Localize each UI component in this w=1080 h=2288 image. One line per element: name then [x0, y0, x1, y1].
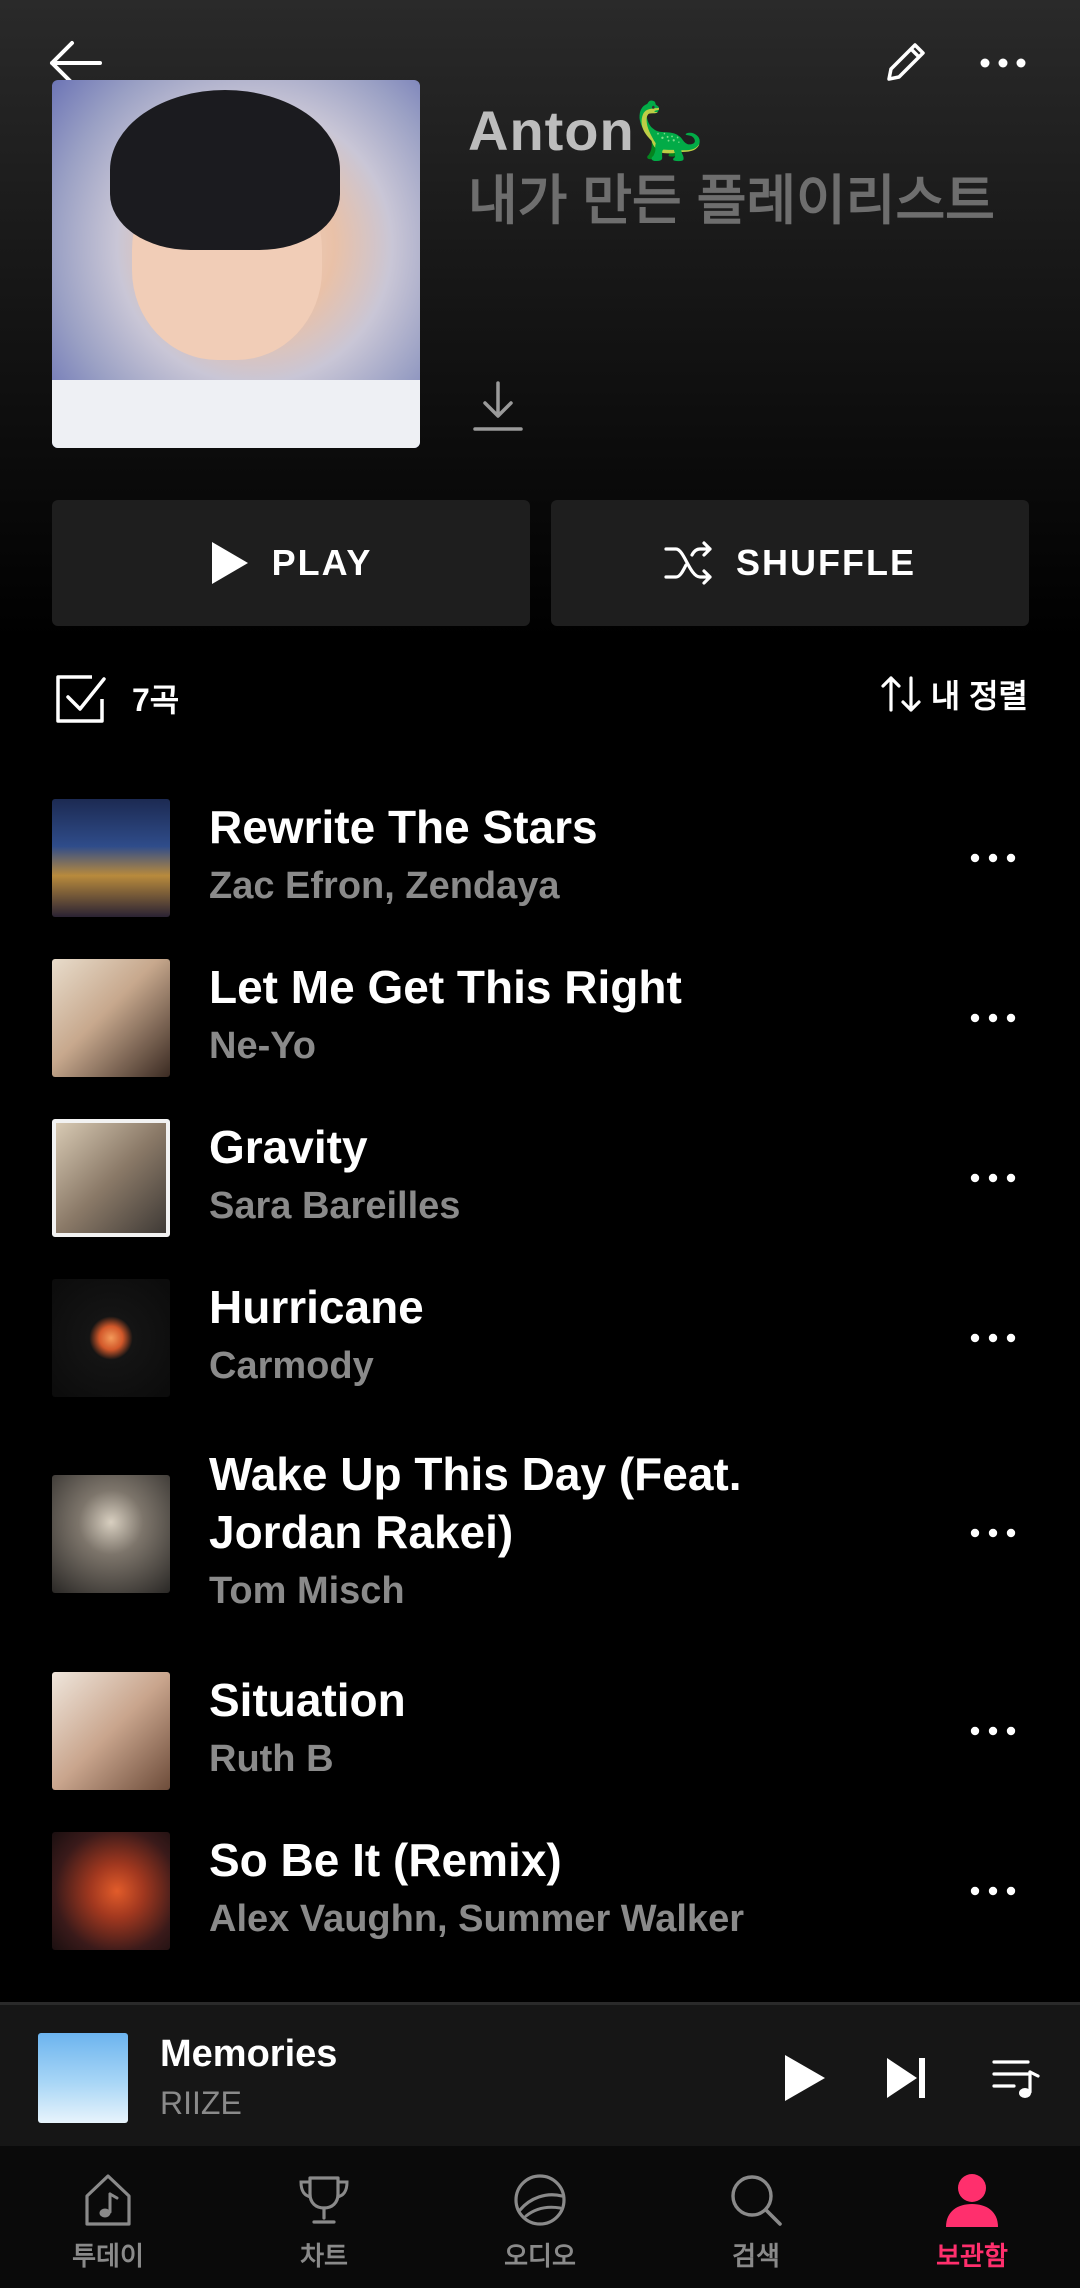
album-art: [52, 1672, 170, 1790]
play-icon: [211, 542, 248, 584]
track-artist: Tom Misch: [209, 1570, 405, 1612]
more-options-button[interactable]: [968, 28, 1038, 98]
play-label: PLAY: [271, 542, 373, 583]
track-row[interactable]: Situation Ruth B: [52, 1671, 1028, 1791]
playlist-cover-image: [52, 80, 420, 448]
track-artist: Carmody: [209, 1345, 374, 1387]
nav-item-today[interactable]: 투데이: [0, 2146, 216, 2288]
nav-label: 오디오: [504, 2241, 576, 2271]
album-art: [52, 959, 170, 1077]
track-artist: Alex Vaughn, Summer Walker: [209, 1898, 744, 1940]
album-art: [52, 1119, 170, 1237]
more-dots-icon: [970, 1173, 1016, 1183]
nav-item-search[interactable]: 검색: [648, 2146, 864, 2288]
album-art: [52, 1475, 170, 1593]
now-playing-title: Memories: [160, 2033, 338, 2075]
track-more-button[interactable]: [958, 1701, 1028, 1761]
album-art: [52, 1832, 170, 1950]
edit-button[interactable]: [870, 28, 940, 98]
bottom-navigation: 투데이 차트 오디오 검색 보관함: [0, 2146, 1080, 2288]
more-dots-icon: [980, 58, 1026, 68]
download-button[interactable]: [466, 374, 530, 438]
nav-item-chart[interactable]: 차트: [216, 2146, 432, 2288]
track-more-button[interactable]: [958, 828, 1028, 888]
play-button[interactable]: PLAY: [52, 500, 530, 626]
track-title: Let Me Get This Right: [209, 961, 682, 1013]
next-track-button[interactable]: [872, 2043, 942, 2113]
nav-label: 투데이: [72, 2241, 144, 2271]
now-playing-artist: RIIZE: [160, 2085, 242, 2121]
album-art: [52, 1279, 170, 1397]
track-row[interactable]: So Be It (Remix) Alex Vaughn, Summer Wal…: [52, 1831, 1028, 1951]
audio-icon: [514, 2174, 566, 2226]
track-row[interactable]: Gravity Sara Bareilles: [52, 1118, 1028, 1238]
select-all-checkbox[interactable]: [52, 671, 108, 727]
pencil-icon: [887, 43, 925, 81]
track-row[interactable]: Let Me Get This Right Ne-Yo: [52, 958, 1028, 1078]
nav-label: 차트: [300, 2241, 348, 2271]
music-note-icon: [85, 2174, 131, 2226]
track-artist: Ne-Yo: [209, 1025, 316, 1067]
track-title: So Be It (Remix): [209, 1834, 562, 1886]
track-more-button[interactable]: [958, 1148, 1028, 1208]
track-more-button[interactable]: [958, 1503, 1028, 1563]
track-row[interactable]: Wake Up This Day (Feat. Jordan Rakei) To…: [52, 1445, 1028, 1620]
shuffle-label: SHUFFLE: [736, 542, 916, 583]
more-dots-icon: [970, 1726, 1016, 1736]
track-artist: Zac Efron, Zendaya: [209, 865, 560, 907]
search-icon: [731, 2175, 782, 2226]
checkbox-icon: [56, 675, 106, 723]
queue-list-icon: [992, 2060, 1040, 2098]
mini-play-button[interactable]: [770, 2043, 840, 2113]
track-more-button[interactable]: [958, 1308, 1028, 1368]
track-title: Gravity: [209, 1121, 368, 1173]
track-title: Rewrite The Stars: [209, 801, 598, 853]
track-count: 7곡: [132, 682, 180, 718]
track-title: Situation: [209, 1674, 406, 1726]
more-dots-icon: [970, 1013, 1016, 1023]
album-art: [52, 799, 170, 917]
more-dots-icon: [970, 1333, 1016, 1343]
nav-item-library[interactable]: 보관함: [864, 2146, 1080, 2288]
sort-button[interactable]: 내 정렬: [879, 671, 1028, 717]
track-more-button[interactable]: [958, 988, 1028, 1048]
shuffle-button[interactable]: SHUFFLE: [551, 500, 1029, 626]
trophy-icon: [299, 2176, 349, 2224]
download-icon: [473, 381, 523, 431]
playlist-title-block: Anton🦕 내가 만든 플레이리스트: [468, 96, 1048, 236]
playlist-name: 내가 만든 플레이리스트: [468, 171, 995, 231]
track-artist: Ruth B: [209, 1738, 334, 1780]
track-more-button[interactable]: [958, 1861, 1028, 1921]
track-artist: Sara Bareilles: [209, 1185, 461, 1227]
nav-item-audio[interactable]: 오디오: [432, 2146, 648, 2288]
list-toolbar: 7곡 내 정렬: [52, 665, 1028, 731]
track-row[interactable]: Hurricane Carmody: [52, 1278, 1028, 1398]
profile-icon: [946, 2174, 998, 2227]
track-row[interactable]: Rewrite The Stars Zac Efron, Zendaya: [52, 798, 1028, 918]
queue-button[interactable]: [982, 2043, 1052, 2113]
skip-next-icon: [887, 2058, 925, 2098]
more-dots-icon: [970, 853, 1016, 863]
play-icon: [785, 2055, 825, 2101]
sort-label: 내 정렬: [930, 678, 1028, 714]
nav-label: 검색: [732, 2241, 780, 2271]
nav-label: 보관함: [936, 2241, 1008, 2271]
more-dots-icon: [970, 1528, 1016, 1538]
shuffle-icon: [664, 541, 712, 585]
track-title: Hurricane: [209, 1281, 424, 1333]
sort-arrows-icon: [881, 676, 921, 712]
track-title: Wake Up This Day (Feat. Jordan Rakei): [209, 1448, 742, 1558]
mini-player[interactable]: Memories RIIZE: [0, 2002, 1080, 2146]
more-dots-icon: [970, 1886, 1016, 1896]
now-playing-album-art: [38, 2033, 128, 2123]
playlist-owner[interactable]: Anton🦕: [468, 96, 1048, 166]
